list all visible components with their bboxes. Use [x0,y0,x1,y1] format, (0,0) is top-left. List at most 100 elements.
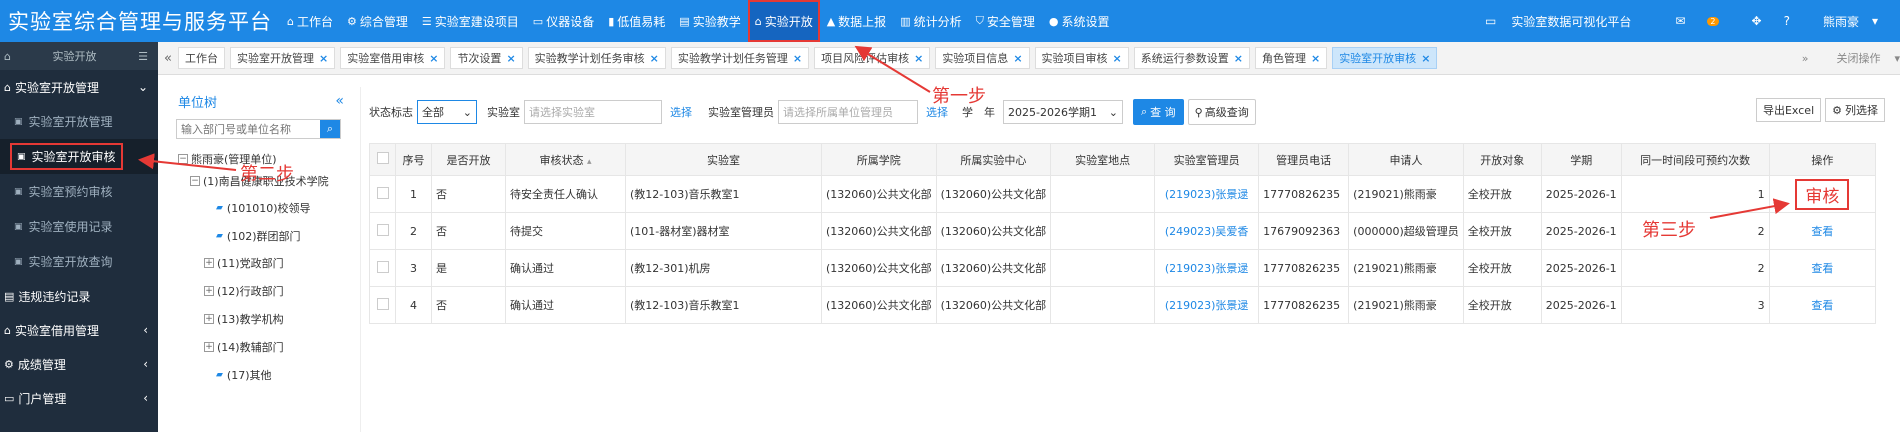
col-times[interactable]: 同一时间段可预约次数 [1620,143,1770,176]
tabs-scroll-right-icon[interactable]: » [1802,52,1809,65]
close-icon[interactable]: × [429,52,438,65]
nav-data-report[interactable]: ▲ 数据上报 [820,0,893,42]
close-icon[interactable]: × [1421,52,1430,65]
close-icon[interactable]: × [793,52,802,65]
tab-workbench[interactable]: 工作台 [178,47,225,69]
col-applicant[interactable]: 申请人 [1348,143,1464,176]
close-icon[interactable]: × [914,52,923,65]
expand-icon[interactable]: + [204,342,214,352]
sidebar-group-portal[interactable]: ▭ 门户管理 ‹ [0,381,158,415]
nav-settings[interactable]: ● 系统设置 [1042,0,1117,42]
view-link[interactable]: 查看 [1768,286,1877,324]
tab-teaching-plan-audit[interactable]: 实验教学计划任务审核 × [527,47,666,69]
close-ops-button[interactable]: 关闭操作 ▾ [1822,50,1900,66]
tab-period-settings[interactable]: 节次设置 × [450,47,523,69]
tab-system-params[interactable]: 系统运行参数设置 × [1133,47,1250,69]
collapse-menu-icon[interactable]: ☰ [138,50,148,63]
term-select[interactable]: 2025-2026学期1 ⌄ [1003,100,1123,124]
col-manager[interactable]: 实验室管理员 [1154,143,1260,176]
expand-icon[interactable]: + [204,314,214,324]
search-icon[interactable]: ⌕ [320,120,340,138]
tree-node-party[interactable]: + (11)党政部门 [204,255,284,271]
tab-project-audit[interactable]: 实验项目审核 × [1034,47,1129,69]
sidebar-item-lab-booking-audit[interactable]: ▣ 实验室预约审核 [0,174,158,209]
query-button[interactable]: ⌕ 查 询 [1133,99,1184,125]
view-link[interactable]: 查看 [1768,212,1877,250]
sidebar-item-lab-usage-record[interactable]: ▣ 实验室使用记录 [0,209,158,244]
sidebar-group-violations[interactable]: ▤ 违规违约记录 [0,279,158,313]
close-icon[interactable]: × [1234,52,1243,65]
column-select-button[interactable]: ⚙ 列选择 [1825,98,1885,122]
col-term[interactable]: 学期 [1540,143,1622,176]
tab-lab-open-audit[interactable]: 实验室开放审核 × [1332,47,1438,69]
tree-node-groups[interactable]: ▰ (102)群团部门 [216,228,301,244]
close-icon[interactable]: × [1113,52,1122,65]
tab-project-info[interactable]: 实验项目信息 × [935,47,1030,69]
status-select[interactable]: 全部 ⌄ [417,100,477,124]
nav-consumables[interactable]: ▮ 低值易耗 [601,0,672,42]
sidebar-item-lab-open-audit[interactable]: ▣ 实验室开放审核 [0,139,158,174]
nav-workbench[interactable]: ⌂ 工作台 [280,0,340,42]
col-lab[interactable]: 实验室 [625,143,822,176]
tabs-scroll-left-icon[interactable]: « [158,51,178,66]
help-icon[interactable]: ? [1784,14,1790,28]
close-icon[interactable]: × [506,52,515,65]
sidebar-item-lab-open-query[interactable]: ▣ 实验室开放查询 [0,244,158,279]
sidebar-group-lab-open-mgmt[interactable]: ⌂ 实验室开放管理 ⌄ [0,70,158,104]
nav-teaching[interactable]: ▤ 实验教学 [672,0,747,42]
row-checkbox[interactable] [369,175,396,213]
audit-button[interactable]: 审核 [1795,178,1850,210]
lab-input[interactable]: 请选择实验室 [524,100,662,124]
sidebar-group-lab-borrow[interactable]: ⌂ 实验室借用管理 ‹ [0,313,158,347]
lab-select-link[interactable]: 选择 [670,104,692,120]
tab-teaching-plan-mgmt[interactable]: 实验教学计划任务管理 × [670,47,810,69]
mail-button[interactable]: ✉ 2 [1664,14,1729,28]
cell-manager-link[interactable]: (219023)张景逯 [1154,249,1260,287]
nav-general[interactable]: ⚙ 综合管理 [340,0,415,42]
tree-node-support[interactable]: + (14)教辅部门 [204,339,284,355]
expand-icon[interactable]: + [204,286,214,296]
close-icon[interactable]: × [1013,52,1022,65]
tree-node-leaders[interactable]: ▰ (101010)校领导 [216,200,311,216]
col-location[interactable]: 实验室地点 [1050,143,1156,176]
row-checkbox[interactable] [369,249,396,287]
col-status[interactable]: 审核状态 ▴ [505,143,626,176]
export-excel-button[interactable]: 导出Excel [1755,98,1822,122]
col-center[interactable]: 所属实验中心 [935,143,1052,176]
sidebar-group-grades[interactable]: ⚙ 成绩管理 ‹ [0,347,158,381]
unit-search-input[interactable] [177,120,320,138]
fullscreen-icon[interactable]: ✥ [1752,14,1762,28]
advanced-query-button[interactable]: ⚲ 高级查询 [1187,99,1256,125]
col-college[interactable]: 所属学院 [821,143,937,176]
close-icon[interactable]: × [650,52,659,65]
tab-lab-open-mgmt[interactable]: 实验室开放管理 × [230,47,336,69]
manager-input[interactable]: 请选择所属单位管理员 [778,100,918,124]
cell-manager-link[interactable]: (219023)张景逯 [1154,175,1260,213]
tab-lab-borrow-audit[interactable]: 实验室借用审核 × [340,47,446,69]
nav-lab-open[interactable]: ⌂ 实验开放 [747,0,820,42]
row-checkbox[interactable] [369,286,396,324]
row-checkbox[interactable] [369,212,396,250]
close-icon[interactable]: × [1311,52,1320,65]
collapse-icon[interactable]: − [178,154,188,164]
close-icon[interactable]: × [319,52,328,65]
nav-equipment[interactable]: ▭ 仪器设备 [526,0,601,42]
cell-manager-link[interactable]: (219023)张景逯 [1154,286,1260,324]
col-phone[interactable]: 管理员电话 [1258,143,1350,176]
tree-node-other[interactable]: ▰ (17)其他 [216,367,272,383]
tab-role-mgmt[interactable]: 角色管理 × [1254,47,1328,69]
dashboard-link[interactable]: ▭ 实验室数据可视化平台 [1474,13,1642,30]
col-target[interactable]: 开放对象 [1462,143,1542,176]
tab-risk-audit[interactable]: 项目风险评估审核 × [814,47,931,69]
sidebar-item-lab-open-mgmt[interactable]: ▣ 实验室开放管理 [0,104,158,139]
nav-safety[interactable]: ⛉ 安全管理 [969,0,1042,42]
cell-manager-link[interactable]: (249023)吴爱香 [1154,212,1260,250]
view-link[interactable]: 查看 [1768,249,1877,287]
tree-node-admin[interactable]: + (12)行政部门 [204,283,284,299]
user-menu[interactable]: 熊雨豪 ▾ [1812,13,1889,30]
collapse-icon[interactable]: − [190,176,200,186]
nav-lab-projects[interactable]: ☰ 实验室建设项目 [415,0,526,42]
collapse-panel-icon[interactable]: « [335,93,344,109]
expand-icon[interactable]: + [204,258,214,268]
tree-node-teaching[interactable]: + (13)教学机构 [204,311,284,327]
